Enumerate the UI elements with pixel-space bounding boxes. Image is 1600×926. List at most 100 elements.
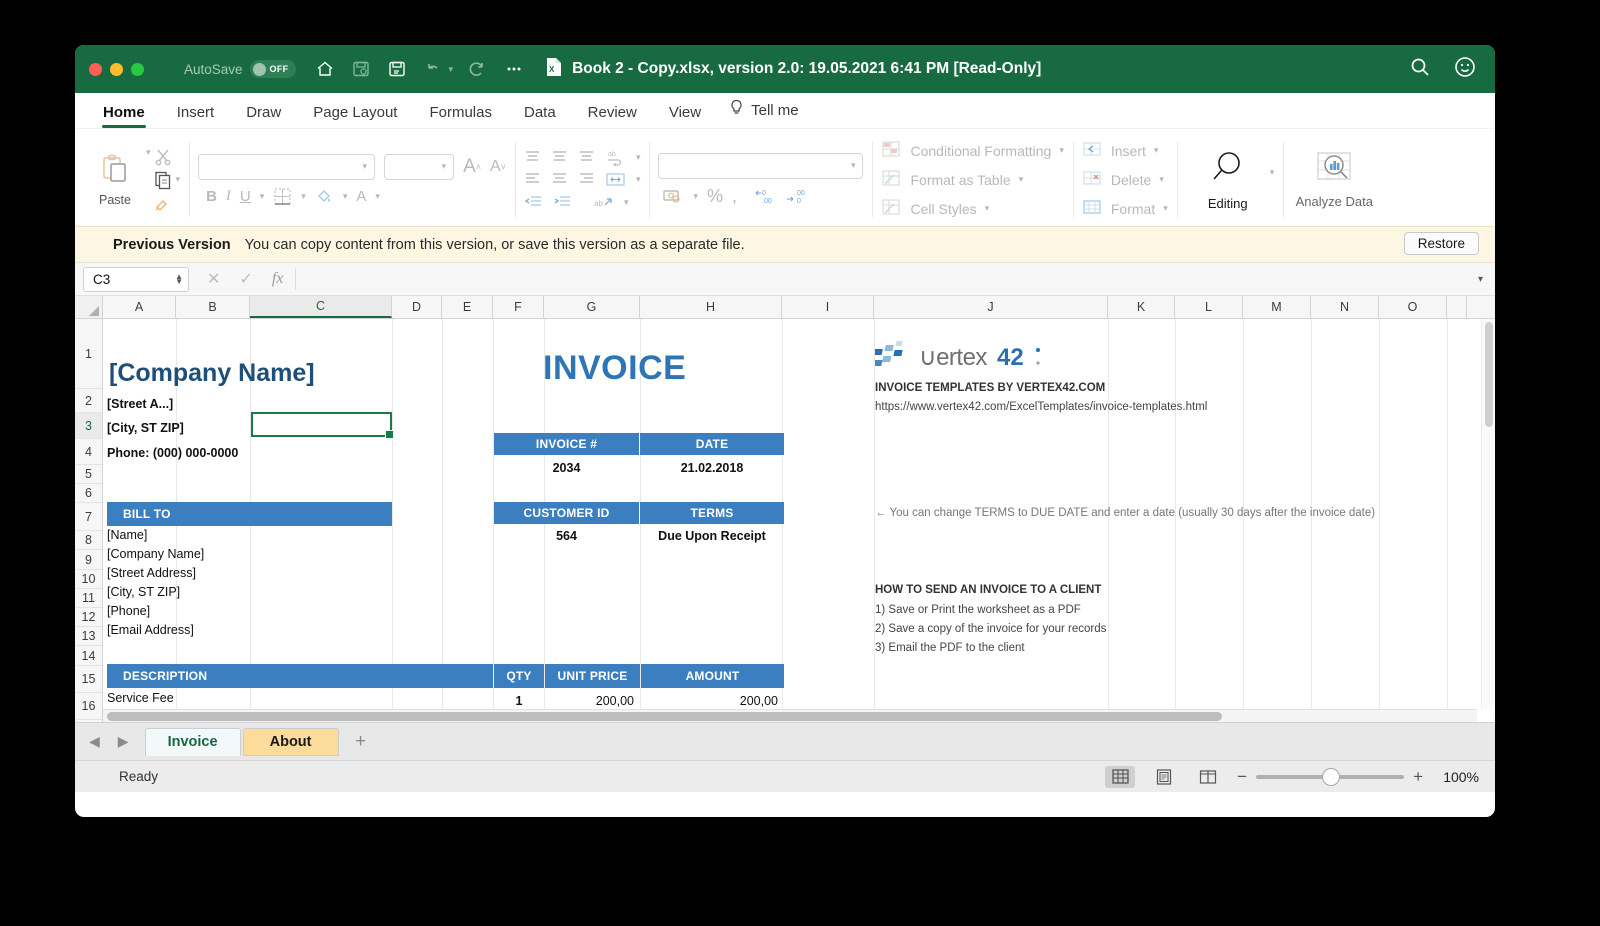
borders-dropdown-icon[interactable]: ▾	[301, 191, 306, 202]
column-header-e[interactable]: E	[442, 296, 493, 318]
font-color-dropdown-icon[interactable]: ▾	[375, 191, 380, 202]
column-header-d[interactable]: D	[392, 296, 442, 318]
column-header-m[interactable]: M	[1243, 296, 1311, 318]
chevron-down-icon[interactable]: ▾	[1154, 145, 1159, 156]
merge-cells-dropdown-icon[interactable]: ▾	[636, 174, 641, 185]
cell-templates-url[interactable]: https://www.vertex42.com/ExcelTemplates/…	[875, 401, 1207, 413]
cell-how-to-heading[interactable]: HOW TO SEND AN INVOICE TO A CLIENT	[875, 584, 1101, 596]
cell-line-item-amount[interactable]: 200,00	[641, 691, 784, 711]
page-layout-view-button[interactable]	[1149, 766, 1179, 788]
zoom-percentage[interactable]: 100%	[1437, 769, 1479, 785]
delete-cells-button[interactable]: Delete ▾	[1082, 169, 1168, 191]
cell-invoice-number-header[interactable]: INVOICE #	[494, 433, 639, 455]
paste-dropdown-icon[interactable]: ▾	[146, 147, 151, 158]
cancel-entry-icon[interactable]: ✕	[207, 269, 220, 289]
cell-templates-heading[interactable]: INVOICE TEMPLATES BY VERTEX42.COM	[875, 382, 1105, 394]
row-header-15[interactable]: 15	[75, 666, 102, 693]
italic-button[interactable]: I	[226, 188, 231, 205]
vertical-scrollbar[interactable]	[1481, 319, 1495, 709]
decrease-decimal-icon[interactable]: .00 0	[785, 187, 807, 205]
cell-invoice-number-value[interactable]: 2034	[494, 457, 639, 479]
close-window-button[interactable]	[89, 62, 102, 76]
fill-color-icon[interactable]	[315, 187, 334, 206]
text-orientation-dropdown-icon[interactable]: ▾	[624, 197, 629, 208]
chevron-down-icon[interactable]: ▾	[985, 203, 990, 214]
row-header-14[interactable]: 14	[75, 646, 102, 666]
chevron-down-icon[interactable]: ▾	[1059, 145, 1064, 156]
cell-amount-header[interactable]: AMOUNT	[641, 664, 784, 688]
column-header-h[interactable]: H	[640, 296, 782, 318]
format-cells-button[interactable]: Format ▾	[1082, 198, 1168, 220]
zoom-slider[interactable]	[1256, 767, 1405, 786]
wrap-text-icon[interactable]: ab	[605, 148, 626, 166]
zoom-out-icon[interactable]: −	[1237, 767, 1247, 787]
increase-decimal-icon[interactable]: 0.00	[754, 187, 776, 205]
cell-bill-to-phone[interactable]: [Phone]	[107, 604, 150, 618]
page-break-preview-button[interactable]	[1193, 766, 1223, 788]
format-painter-button[interactable]	[153, 193, 181, 213]
account-smiley-icon[interactable]	[1453, 55, 1477, 84]
cell-company-name[interactable]: [Company Name]	[109, 359, 315, 388]
align-center-icon[interactable]	[551, 172, 568, 187]
cell-bill-to-header[interactable]: BILL TO	[107, 502, 392, 526]
select-all-corner[interactable]	[75, 296, 103, 318]
font-name-input[interactable]: ▾	[198, 153, 376, 180]
autosave-switch[interactable]: OFF	[249, 60, 296, 78]
minimize-window-button[interactable]	[110, 62, 123, 76]
cell-how-to-step-3[interactable]: 3) Email the PDF to the client	[875, 642, 1025, 654]
undo-icon[interactable]	[422, 58, 444, 80]
tab-formulas[interactable]: Formulas	[415, 100, 506, 128]
align-left-icon[interactable]	[524, 172, 541, 187]
cell-customer-id-value[interactable]: 564	[494, 525, 639, 547]
sheet-tab-about[interactable]: About	[242, 727, 339, 756]
row-header-2[interactable]: 2	[75, 389, 102, 413]
comma-style-icon[interactable]: ,	[732, 186, 737, 207]
search-icon[interactable]	[1409, 56, 1431, 83]
font-color-icon[interactable]: A	[356, 188, 366, 205]
ribbon-tab-bar[interactable]: Home Insert Draw Page Layout Formulas Da…	[75, 93, 1495, 129]
column-header-g[interactable]: G	[544, 296, 640, 318]
column-header-f[interactable]: F	[493, 296, 544, 318]
insert-cells-button[interactable]: Insert ▾	[1082, 140, 1168, 162]
tab-insert[interactable]: Insert	[163, 100, 229, 128]
zoom-control[interactable]: − +	[1237, 767, 1423, 787]
number-format-select[interactable]: ▾	[658, 152, 864, 179]
align-top-icon[interactable]	[524, 150, 541, 165]
cells-area[interactable]: [Company Name] [Street A...] [City, ST Z…	[103, 319, 1495, 722]
cell-terms-header[interactable]: TERMS	[640, 502, 784, 524]
column-header-n[interactable]: N	[1311, 296, 1379, 318]
home-icon[interactable]	[314, 58, 336, 80]
column-header-j[interactable]: J	[874, 296, 1108, 318]
column-header-i[interactable]: I	[782, 296, 874, 318]
analyze-data-button[interactable]: Analyze Data	[1292, 150, 1376, 210]
tell-me-search[interactable]: Tell me	[719, 95, 809, 128]
cell-how-to-step-1[interactable]: 1) Save or Print the worksheet as a PDF	[875, 604, 1081, 616]
font-size-input[interactable]: ▾	[384, 153, 455, 180]
expand-formula-bar-icon[interactable]: ▾	[1478, 274, 1483, 285]
merge-cells-icon[interactable]	[605, 171, 626, 188]
row-header-4[interactable]: 4	[75, 439, 102, 465]
add-sheet-icon[interactable]: +	[341, 731, 381, 753]
maximize-window-button[interactable]	[131, 62, 144, 76]
cell-styles-button[interactable]: Cell Styles ▾	[881, 198, 1063, 220]
column-header-o[interactable]: O	[1379, 296, 1447, 318]
title-bar-actions[interactable]	[1409, 55, 1477, 84]
row-header-10[interactable]: 10	[75, 570, 102, 589]
cell-customer-id-header[interactable]: CUSTOMER ID	[494, 502, 639, 524]
cell-bill-to-name[interactable]: [Name]	[107, 528, 147, 542]
cell-phone[interactable]: Phone: (000) 000-0000	[107, 446, 238, 460]
fill-color-dropdown-icon[interactable]: ▾	[343, 191, 348, 202]
zoom-slider-knob[interactable]	[1322, 767, 1341, 786]
column-header-b[interactable]: B	[176, 296, 250, 318]
copy-button[interactable]: ▾	[153, 170, 180, 190]
horizontal-scrollbar-thumb[interactable]	[107, 712, 1222, 721]
tab-draw[interactable]: Draw	[232, 100, 295, 128]
cell-invoice-title[interactable]: INVOICE	[543, 349, 686, 388]
save-to-cloud-icon[interactable]	[350, 58, 372, 80]
accounting-format-icon[interactable]	[662, 188, 684, 205]
bold-button[interactable]: B	[206, 188, 217, 205]
editing-dropdown-icon[interactable]: ▾	[1270, 167, 1275, 178]
row-header-12[interactable]: 12	[75, 608, 102, 627]
underline-dropdown-icon[interactable]: ▾	[260, 191, 265, 202]
column-header-k[interactable]: K	[1108, 296, 1175, 318]
